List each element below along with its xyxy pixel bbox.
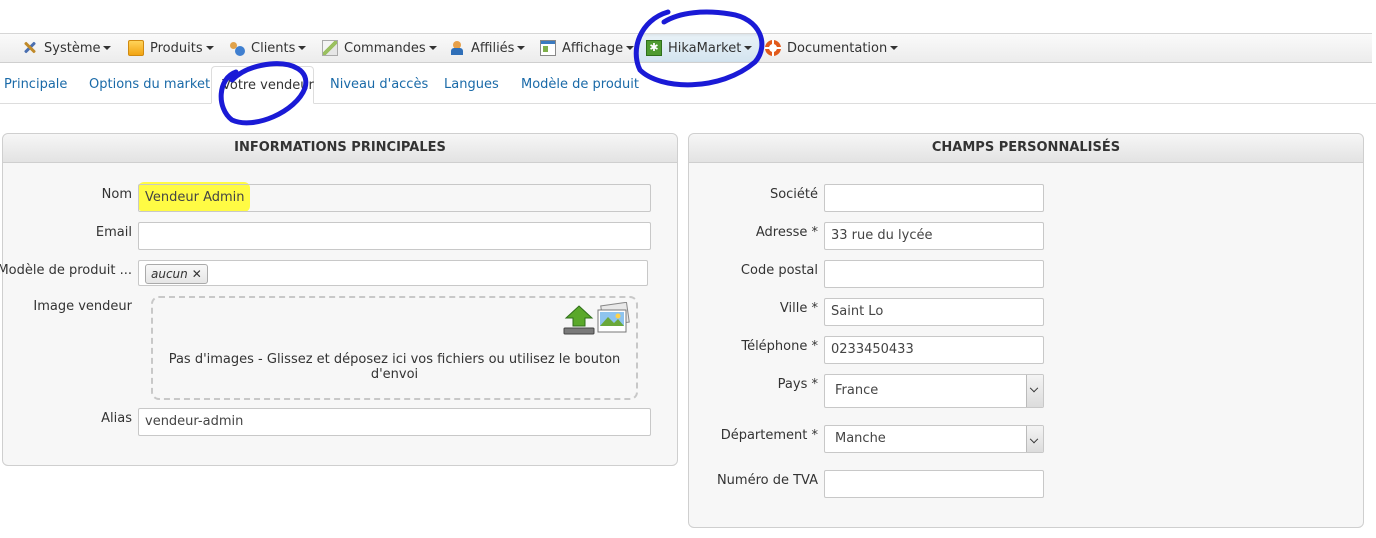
phone-label: Téléphone * xyxy=(741,339,818,354)
tab-langues[interactable]: Langues xyxy=(434,66,509,103)
caret-down-icon xyxy=(205,46,214,50)
product-template-select[interactable]: aucun ✕ xyxy=(138,260,648,286)
menu-hikamarket[interactable]: ✱ HikaMarket xyxy=(638,34,761,62)
email-label: Email xyxy=(95,225,132,240)
menu-affichage[interactable]: Affichage xyxy=(540,34,635,62)
upload-icon[interactable] xyxy=(562,304,596,336)
orders-icon xyxy=(322,40,338,56)
caret-down-icon xyxy=(428,46,437,50)
main-info-panel: INFORMATIONS PRINCIPALES Nom Vendeur Adm… xyxy=(0,133,678,466)
config-tabs: Principale Options du market Votre vende… xyxy=(0,66,1376,104)
affiliates-icon xyxy=(449,40,465,56)
country-select[interactable]: France xyxy=(824,374,1044,408)
email-input[interactable] xyxy=(138,222,651,250)
menu-produits[interactable]: Produits xyxy=(128,34,214,62)
tab-modele-produit[interactable]: Modèle de produit xyxy=(511,66,649,103)
image-gallery-icon[interactable] xyxy=(596,302,630,334)
menu-affilies[interactable]: Affiliés xyxy=(449,34,526,62)
menu-systeme-label: Système xyxy=(44,40,101,56)
tools-icon xyxy=(22,40,38,56)
display-icon xyxy=(540,40,556,56)
caret-down-icon xyxy=(103,46,112,50)
country-value: France xyxy=(835,383,879,398)
tab-options-market[interactable]: Options du market xyxy=(79,66,220,103)
city-input[interactable]: Saint Lo xyxy=(824,298,1044,326)
box-icon xyxy=(128,40,144,56)
users-icon xyxy=(229,40,245,56)
chevron-down-icon xyxy=(1026,426,1043,452)
name-value: Vendeur Admin xyxy=(145,190,245,205)
address-label: Adresse * xyxy=(755,225,818,240)
menu-clients[interactable]: Clients xyxy=(229,34,307,62)
address-value: 33 rue du lycée xyxy=(831,228,933,243)
custom-fields-title: CHAMPS PERSONNALISÉS xyxy=(689,134,1363,163)
vat-input[interactable] xyxy=(824,470,1044,498)
alias-input[interactable]: vendeur-admin xyxy=(138,408,651,436)
menu-hikamarket-label: HikaMarket xyxy=(668,40,742,56)
menu-produits-label: Produits xyxy=(150,40,203,56)
template-tag-label: aucun xyxy=(151,267,188,281)
caret-down-icon xyxy=(298,46,307,50)
city-label: Ville * xyxy=(779,301,818,316)
vat-label: Numéro de TVA xyxy=(716,473,818,488)
name-input[interactable]: Vendeur Admin xyxy=(138,184,651,212)
city-value: Saint Lo xyxy=(831,304,884,319)
menu-documentation-label: Documentation xyxy=(787,40,888,56)
menu-systeme[interactable]: Système xyxy=(22,34,112,62)
caret-down-icon xyxy=(517,46,526,50)
department-select[interactable]: Manche xyxy=(824,425,1044,453)
caret-down-icon xyxy=(744,46,753,50)
tab-niveau-acces[interactable]: Niveau d'accès xyxy=(320,66,438,103)
caret-down-icon xyxy=(626,46,635,50)
main-info-title: INFORMATIONS PRINCIPALES xyxy=(3,134,677,163)
chevron-down-icon xyxy=(1026,375,1043,407)
caret-down-icon xyxy=(890,46,899,50)
menu-documentation[interactable]: Documentation xyxy=(765,34,899,62)
menu-clients-label: Clients xyxy=(251,40,296,56)
menu-affilies-label: Affiliés xyxy=(471,40,515,56)
menu-affichage-label: Affichage xyxy=(562,40,624,56)
top-menu-bar: Système Produits Clients Commandes Affil… xyxy=(0,33,1372,63)
menu-commandes[interactable]: Commandes xyxy=(322,34,437,62)
dropzone-text: Pas d'images - Glissez et déposez ici vo… xyxy=(168,352,621,382)
address-input[interactable]: 33 rue du lycée xyxy=(824,222,1044,250)
phone-input[interactable]: 0233450433 xyxy=(824,336,1044,364)
alias-value: vendeur-admin xyxy=(145,414,244,429)
custom-fields-panel: CHAMPS PERSONNALISÉS Société Adresse * 3… xyxy=(688,133,1364,528)
company-label: Société xyxy=(769,187,818,202)
image-dropzone[interactable]: Pas d'images - Glissez et déposez ici vo… xyxy=(151,296,638,400)
template-tag: aucun ✕ xyxy=(145,264,208,284)
company-input[interactable] xyxy=(824,184,1044,212)
alias-label: Alias xyxy=(101,411,132,426)
department-label: Département * xyxy=(720,428,818,443)
country-label: Pays * xyxy=(777,377,818,392)
name-label: Nom xyxy=(101,187,132,202)
zip-input[interactable] xyxy=(824,260,1044,288)
remove-tag-icon[interactable]: ✕ xyxy=(192,267,202,281)
product-template-label: Modèle de produit ... xyxy=(0,263,132,278)
hikamarket-icon: ✱ xyxy=(646,40,662,56)
tab-principale[interactable]: Principale xyxy=(0,66,77,103)
tab-votre-vendeur[interactable]: Votre vendeur xyxy=(211,66,314,104)
menu-commandes-label: Commandes xyxy=(344,40,426,56)
department-value: Manche xyxy=(835,431,886,446)
zip-label: Code postal xyxy=(740,263,818,278)
phone-value: 0233450433 xyxy=(831,342,914,357)
help-lifebuoy-icon xyxy=(765,40,781,56)
vendor-image-label: Image vendeur xyxy=(33,299,132,314)
